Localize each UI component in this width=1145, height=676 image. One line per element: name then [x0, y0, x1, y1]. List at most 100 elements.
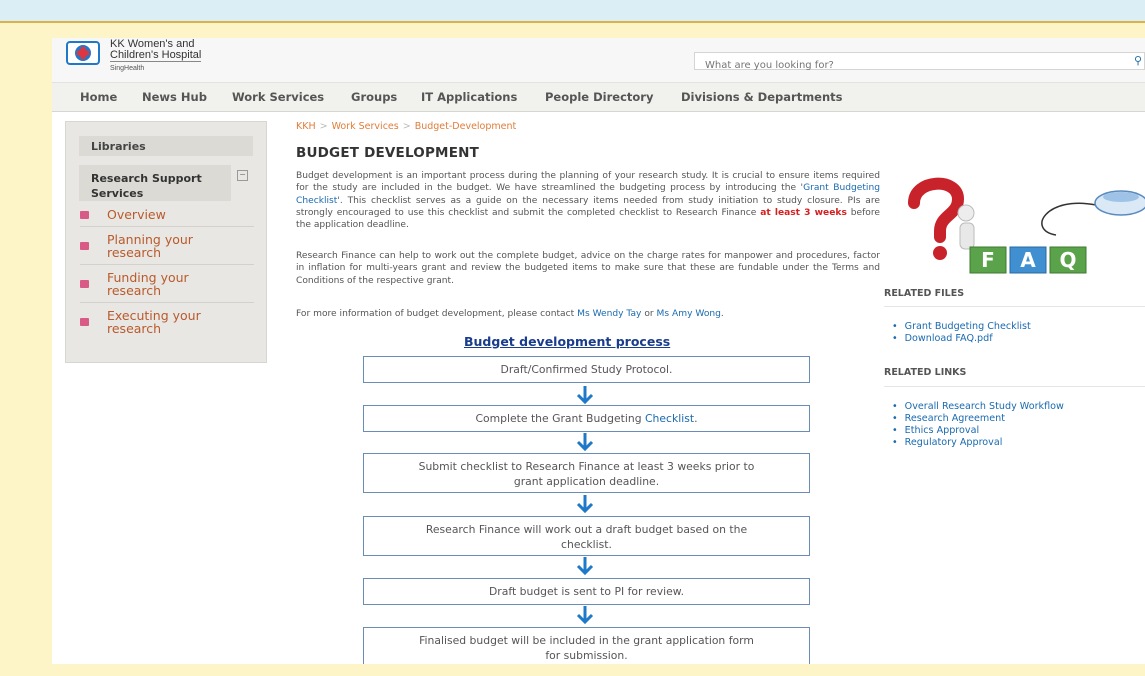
- sidebar-item-label: Executing your research: [107, 309, 201, 335]
- nav-it-applications[interactable]: IT Applications: [421, 90, 517, 104]
- divider: [80, 226, 254, 227]
- bullet-icon: •: [892, 401, 898, 412]
- bullet-icon: [80, 242, 89, 250]
- related-link[interactable]: Ethics Approval: [905, 425, 979, 436]
- related-links-heading: RELATED LINKS: [884, 367, 967, 378]
- bullet-icon: [80, 211, 89, 219]
- text: .: [720, 309, 724, 319]
- text-line2: for submission.: [545, 649, 628, 662]
- main-nav: Home News Hub Work Services Groups IT Ap…: [52, 82, 1145, 112]
- collapse-icon[interactable]: −: [237, 170, 248, 181]
- faq-letter-q: Q: [1059, 248, 1076, 272]
- singhealth-label: SingHealth: [110, 65, 145, 72]
- deadline-highlight: at least 3 weeks: [760, 207, 847, 218]
- process-step-2: Complete the Grant Budgeting Checklist.: [363, 405, 810, 432]
- nav-news-hub[interactable]: News Hub: [142, 90, 207, 104]
- related-files-heading: RELATED FILES: [884, 288, 965, 299]
- intranet-page: KK Women's and Children's Hospital SingH…: [52, 38, 1145, 668]
- related-link[interactable]: Overall Research Study Workflow: [905, 401, 1064, 412]
- text-line2: checklist.: [561, 538, 612, 551]
- text: Complete the Grant Budgeting: [475, 412, 645, 425]
- hospital-name[interactable]: KK Women's and Children's Hospital SingH…: [110, 39, 202, 74]
- breadcrumb-work-services[interactable]: Work Services: [332, 121, 399, 132]
- sidebar-section-research-support[interactable]: Research Support Services: [79, 165, 231, 201]
- bullet-icon: •: [892, 425, 898, 436]
- page-margin-bottom: [0, 664, 1145, 676]
- breadcrumb-separator: >: [319, 121, 328, 132]
- divider: [884, 386, 1145, 387]
- related-file-link[interactable]: Download FAQ.pdf: [905, 333, 993, 344]
- related-links-list: • Overall Research Study Workflow • Resear…: [892, 401, 1064, 449]
- contact-paragraph: For more information of budget developme…: [296, 308, 880, 320]
- text-line1: Finalised budget will be included in the…: [419, 634, 754, 647]
- divider: [80, 302, 254, 303]
- intro-paragraph: Budget development is an important proce…: [296, 170, 880, 231]
- process-step-3: Submit checklist to Research Finance at …: [363, 453, 810, 493]
- section-label-line1: Research Support: [91, 172, 202, 185]
- breadcrumb: KKH > Work Services > Budget-Development: [296, 121, 516, 132]
- text: or: [641, 309, 657, 319]
- breadcrumb-current[interactable]: Budget-Development: [415, 121, 517, 132]
- section-label-line2: Services: [91, 187, 144, 200]
- bullet-icon: [80, 280, 89, 288]
- breadcrumb-separator: >: [402, 121, 411, 132]
- checklist-link[interactable]: Checklist: [645, 412, 694, 425]
- arrow-down-icon: [576, 386, 594, 405]
- nav-people-directory[interactable]: People Directory: [545, 90, 653, 104]
- page-margin-top: [0, 23, 1145, 37]
- process-step-1: Draft/Confirmed Study Protocol.: [363, 356, 810, 383]
- search-box: ⚲: [694, 52, 1145, 74]
- list-item[interactable]: • Overall Research Study Workflow: [892, 401, 1064, 413]
- related-link[interactable]: Regulatory Approval: [905, 437, 1003, 448]
- arrow-down-icon: [576, 495, 594, 514]
- arrow-down-icon: [576, 606, 594, 625]
- bullet-icon: •: [892, 413, 898, 424]
- browser-top-band: [0, 0, 1145, 23]
- label-line2: research: [107, 321, 162, 336]
- nav-work-services[interactable]: Work Services: [232, 90, 324, 104]
- label-line2: research: [107, 245, 162, 260]
- nav-home[interactable]: Home: [80, 90, 117, 104]
- wendy-tay-link[interactable]: Ms Wendy Tay: [577, 309, 641, 319]
- nav-divisions-departments[interactable]: Divisions & Departments: [681, 90, 843, 104]
- sidebar-libraries[interactable]: Libraries: [79, 136, 253, 156]
- process-step-5: Draft budget is sent to PI for review.: [363, 578, 810, 605]
- text: .: [694, 412, 698, 425]
- finance-paragraph: Research Finance can help to work out th…: [296, 251, 880, 286]
- sidebar: Libraries Research Support Services − Ov…: [65, 121, 267, 363]
- list-item[interactable]: • Research Agreement: [892, 413, 1064, 425]
- arrow-down-icon: [576, 557, 594, 576]
- list-item[interactable]: • Download FAQ.pdf: [892, 333, 1031, 345]
- search-icon[interactable]: ⚲: [1134, 54, 1142, 67]
- text: Budget development is an important proce…: [296, 171, 880, 194]
- search-input[interactable]: [695, 57, 1135, 74]
- faq-illustration[interactable]: F A Q: [896, 175, 1145, 275]
- related-files-list: • Grant Budgeting Checklist • Download FAQ…: [892, 321, 1031, 345]
- breadcrumb-kkh[interactable]: KKH: [296, 121, 316, 132]
- list-item[interactable]: • Grant Budgeting Checklist: [892, 321, 1031, 333]
- divider: [80, 264, 254, 265]
- page-title: BUDGET DEVELOPMENT: [296, 145, 480, 161]
- process-step-4: Research Finance will work out a draft b…: [363, 516, 810, 556]
- sidebar-item-label: Funding your research: [107, 271, 189, 297]
- amy-wong-link[interactable]: Ms Amy Wong: [657, 309, 721, 319]
- process-title: Budget development process: [464, 334, 671, 349]
- text-line1: Submit checklist to Research Finance at …: [418, 460, 755, 473]
- bullet-icon: [80, 318, 89, 326]
- bullet-icon: •: [892, 321, 898, 332]
- sidebar-item-label: Planning your research: [107, 233, 193, 259]
- text-line2: grant application deadline.: [513, 475, 660, 488]
- hospital-logo-icon[interactable]: [66, 41, 100, 65]
- bullet-icon: •: [892, 437, 898, 448]
- text: For more information of budget developme…: [296, 309, 578, 319]
- label-line2: research: [107, 283, 162, 298]
- arrow-down-icon: [576, 433, 594, 452]
- process-step-6: Finalised budget will be included in the…: [363, 627, 810, 667]
- related-link[interactable]: Research Agreement: [905, 413, 1005, 424]
- bullet-icon: •: [892, 333, 898, 344]
- related-file-link[interactable]: Grant Budgeting Checklist: [905, 321, 1031, 332]
- sidebar-item-label: Overview: [107, 207, 166, 222]
- list-item[interactable]: • Ethics Approval: [892, 425, 1064, 437]
- list-item[interactable]: • Regulatory Approval: [892, 437, 1064, 449]
- nav-groups[interactable]: Groups: [351, 90, 397, 104]
